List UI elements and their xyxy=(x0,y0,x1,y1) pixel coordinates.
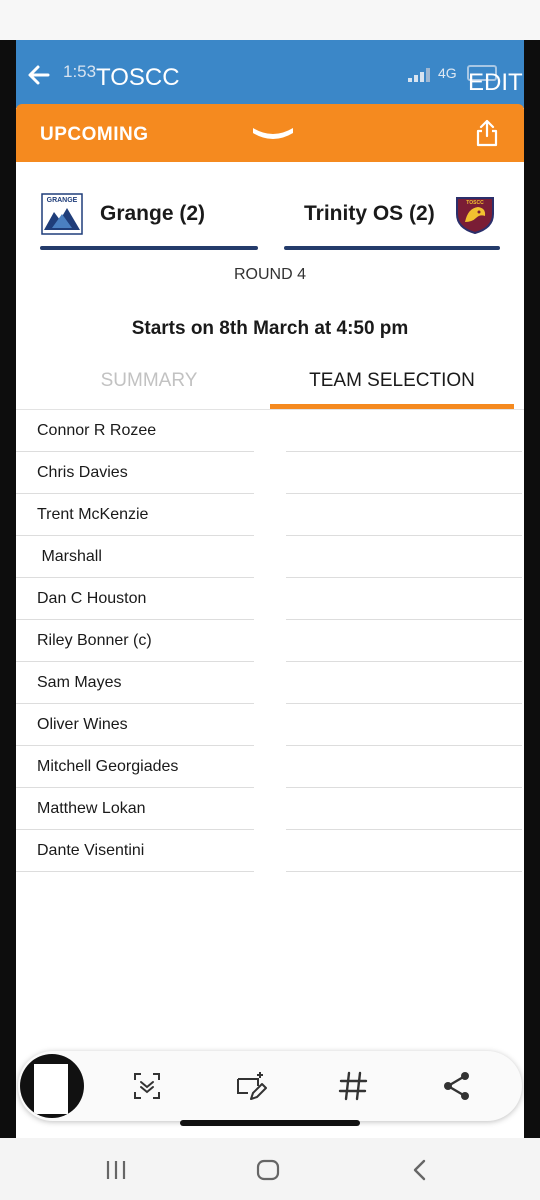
left-border xyxy=(0,40,16,1138)
network-type: 4G xyxy=(438,65,457,81)
screenshot-thumbnail[interactable] xyxy=(20,1054,84,1118)
list-item[interactable]: Dan C Houston xyxy=(16,578,254,620)
empty-list-item xyxy=(286,452,522,494)
chevron-down-icon[interactable] xyxy=(250,124,296,144)
list-item[interactable]: Sam Mayes xyxy=(16,662,254,704)
list-item[interactable]: Marshall xyxy=(16,536,254,578)
empty-list-item xyxy=(286,578,522,620)
list-item[interactable]: Connor R Rozee xyxy=(16,410,254,452)
home-team-name: Grange (2) xyxy=(100,202,206,225)
tab-summary[interactable]: SUMMARY xyxy=(30,370,268,410)
status-time: 1:53 xyxy=(63,62,97,81)
empty-list-item xyxy=(286,494,522,536)
back-arrow-icon[interactable] xyxy=(24,60,54,90)
back-icon[interactable] xyxy=(406,1156,434,1184)
away-team-name: Trinity OS (2) xyxy=(304,202,435,225)
share-icon[interactable] xyxy=(474,118,500,148)
list-item[interactable]: Matthew Lokan xyxy=(16,788,254,830)
app-header: 1:53 TOSCC 4G EDIT xyxy=(16,40,524,108)
match-status-label: UPCOMING xyxy=(40,124,149,145)
empty-list-item xyxy=(286,620,522,662)
svg-text:GRANGE: GRANGE xyxy=(47,197,78,204)
home-icon[interactable] xyxy=(254,1156,282,1184)
start-time: Starts on 8th March at 4:50 pm xyxy=(131,318,409,339)
top-status-strip xyxy=(0,0,540,40)
home-team[interactable]: GRANGE Grange (2) xyxy=(40,190,258,250)
signal-icon xyxy=(408,68,430,82)
empty-list-item xyxy=(286,704,522,746)
empty-list-item xyxy=(286,410,522,452)
empty-list-item xyxy=(286,830,522,872)
right-border xyxy=(524,40,540,1138)
list-item[interactable]: Mitchell Georgiades xyxy=(16,746,254,788)
home-team-underline xyxy=(40,246,258,250)
thumbnail-preview xyxy=(34,1064,68,1114)
share-icon[interactable] xyxy=(440,1069,474,1103)
grange-logo-icon: GRANGE xyxy=(41,193,83,235)
away-team-underline xyxy=(284,246,500,250)
match-status-bar: UPCOMING xyxy=(16,104,524,162)
list-item[interactable]: Chris Davies xyxy=(16,452,254,494)
edit-button[interactable]: EDIT xyxy=(468,69,523,97)
hashtag-icon[interactable] xyxy=(336,1069,370,1103)
trinity-logo-icon: TOSCC xyxy=(456,197,494,234)
svg-text:TOSCC: TOSCC xyxy=(466,200,484,206)
list-item[interactable]: Dante Visentini xyxy=(16,830,254,872)
away-player-list xyxy=(286,410,522,872)
screenshot-toolbar xyxy=(18,1051,522,1121)
list-item[interactable]: Oliver Wines xyxy=(16,704,254,746)
round-label: ROUND 4 xyxy=(233,266,306,283)
draw-edit-icon[interactable] xyxy=(234,1069,268,1103)
recent-apps-icon[interactable] xyxy=(102,1156,130,1184)
home-player-list: Connor R Rozee Chris Davies Trent McKenz… xyxy=(16,410,254,872)
empty-list-item xyxy=(286,536,522,578)
empty-list-item xyxy=(286,746,522,788)
scroll-capture-icon[interactable] xyxy=(130,1069,164,1103)
away-team[interactable]: Trinity OS (2) TOSCC xyxy=(284,190,500,250)
list-item[interactable]: Trent McKenzie xyxy=(16,494,254,536)
app-title: TOSCC xyxy=(96,64,180,91)
empty-list-item xyxy=(286,662,522,704)
empty-list-item xyxy=(286,788,522,830)
home-indicator xyxy=(180,1120,360,1126)
list-item[interactable]: Riley Bonner (c) xyxy=(16,620,254,662)
system-nav-bar xyxy=(0,1138,540,1200)
